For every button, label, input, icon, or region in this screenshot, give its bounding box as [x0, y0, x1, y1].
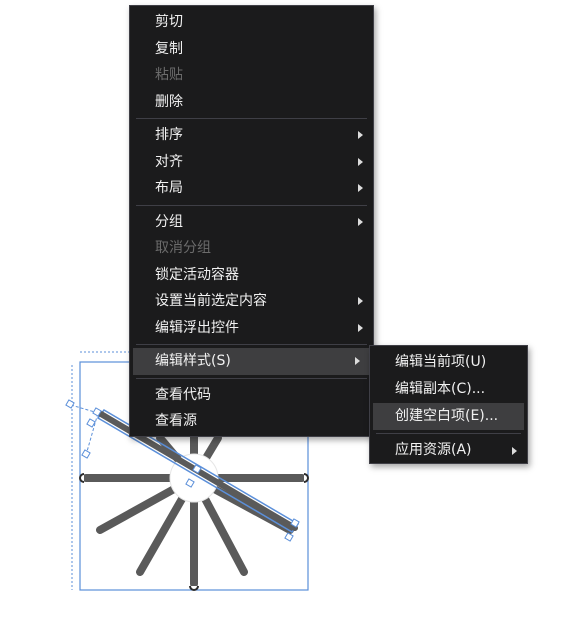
menu-item-label: 编辑浮出控件 [155, 319, 239, 336]
submenu-item-create-empty[interactable]: 创建空白项(E)... [373, 403, 524, 430]
menu-separator [136, 377, 367, 379]
menu-item-cut[interactable]: 剪切 [130, 9, 373, 36]
menu-item-layout[interactable]: 布局 [130, 175, 373, 202]
handle-left-bottom[interactable] [81, 449, 91, 459]
menu-separator [136, 344, 367, 345]
menu-separator [136, 118, 367, 119]
menu-item-label: 设置当前选定内容 [155, 293, 267, 309]
menu-item-lock-active-container[interactable]: 锁定活动容器 [130, 262, 373, 289]
menu-item-label: 编辑样式(S) [155, 353, 231, 369]
handle-left-edge[interactable] [79, 473, 85, 483]
menu-item-edit-flyout[interactable]: 编辑浮出控件 [130, 315, 373, 342]
submenu-arrow-icon [355, 357, 360, 366]
menu-item-label: 布局 [155, 180, 183, 196]
menu-item-view-source[interactable]: 查看源 [130, 408, 373, 435]
submenu-item-edit-current[interactable]: 编辑当前项(U) [370, 349, 527, 376]
menu-item-label: 应用资源(A) [395, 442, 472, 458]
menu-item-view-code[interactable]: 查看代码 [130, 382, 373, 409]
submenu-arrow-icon [358, 157, 363, 166]
context-menu[interactable]: 剪切 复制 粘贴 删除 排序 对齐 布局 分组 取消分组 锁定活动容器 设置当前… [129, 5, 374, 437]
menu-item-order[interactable]: 排序 [130, 122, 373, 149]
menu-item-label: 对齐 [155, 153, 183, 170]
submenu-arrow-icon [358, 297, 363, 306]
menu-item-set-current-selection[interactable]: 设置当前选定内容 [130, 288, 373, 315]
submenu-arrow-icon [512, 446, 517, 455]
menu-item-ungroup: 取消分组 [155, 240, 211, 256]
handle-bottom-edge[interactable] [189, 585, 199, 591]
edit-style-submenu[interactable]: 编辑当前项(U) 编辑副本(C)... 创建空白项(E)... 应用资源(A) [369, 345, 528, 464]
menu-item-label: 排序 [155, 127, 183, 143]
submenu-arrow-icon [358, 323, 363, 332]
menu-separator [376, 433, 521, 434]
handle-right-bottom[interactable] [284, 532, 294, 542]
submenu-item-edit-copy[interactable]: 编辑副本(C)... [370, 376, 527, 403]
menu-item-label: 分组 [155, 213, 183, 230]
menu-item-group[interactable]: 分组 [130, 209, 373, 236]
submenu-arrow-icon [358, 184, 363, 193]
submenu-item-apply-resource[interactable]: 应用资源(A) [370, 437, 527, 464]
handle-rotate[interactable] [65, 399, 75, 409]
menu-item-delete[interactable]: 删除 [130, 89, 373, 116]
handle-right-edge[interactable] [303, 473, 309, 483]
submenu-arrow-icon [358, 217, 363, 226]
menu-item-copy[interactable]: 复制 [130, 36, 373, 63]
menu-item-paste: 粘贴 [155, 67, 183, 83]
menu-separator [136, 204, 367, 206]
menu-item-align[interactable]: 对齐 [130, 149, 373, 176]
submenu-arrow-icon [358, 131, 363, 140]
menu-item-edit-style[interactable]: 编辑样式(S) [133, 348, 370, 375]
rotate-guide-2 [85, 412, 99, 456]
